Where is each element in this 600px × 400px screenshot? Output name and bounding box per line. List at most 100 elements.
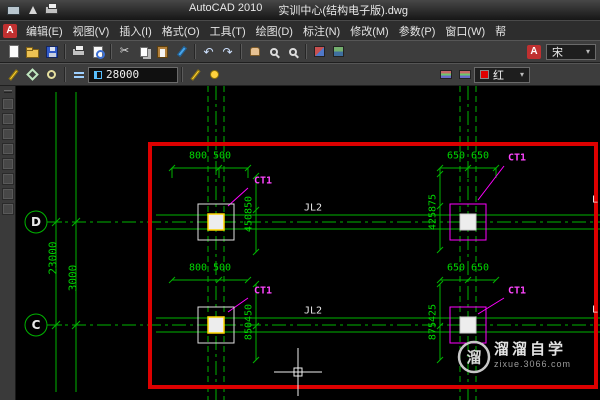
snap-parallel-icon[interactable]: [69, 66, 88, 84]
toolbar-separator: [181, 67, 183, 82]
designcenter-icon[interactable]: [329, 43, 348, 61]
sketch-icon[interactable]: [4, 66, 23, 84]
color-combo[interactable]: 红 ▾: [474, 66, 530, 83]
dimension-text: 875425: [427, 303, 439, 341]
menu-window[interactable]: 窗口(W): [440, 21, 490, 41]
snap-endpoint-shape: [26, 68, 39, 81]
layers-icon[interactable]: [436, 66, 455, 84]
copy-icon[interactable]: [134, 43, 153, 61]
tool-icon[interactable]: [1, 158, 14, 170]
text-style-icon[interactable]: A: [527, 44, 541, 59]
tool-icon[interactable]: [1, 113, 14, 125]
osnap-icon: [94, 70, 102, 79]
plot-preview-icon[interactable]: [88, 43, 107, 61]
toolbar-grip[interactable]: [3, 90, 12, 93]
sketch-shape: [8, 68, 19, 81]
layers-shape: [439, 70, 452, 79]
clipped-label: L: [591, 194, 599, 206]
paste-icon[interactable]: [153, 43, 172, 61]
dimension-text: 425875: [427, 193, 439, 231]
docked-draw-toolbar[interactable]: [0, 86, 16, 400]
screen-icon[interactable]: [4, 1, 23, 19]
pan-icon[interactable]: [245, 43, 264, 61]
menu-bar: A 编辑(E) 视图(V) 插入(I) 格式(O) 工具(T) 绘图(D) 标注…: [0, 20, 600, 40]
menu-format[interactable]: 格式(O): [157, 21, 205, 41]
beam-label: JL2: [303, 305, 323, 317]
plot-shape: [72, 44, 85, 56]
dimension-text: 650 650: [446, 150, 490, 162]
menu-help[interactable]: 帮: [490, 21, 511, 41]
menu-view[interactable]: 视图(V): [68, 21, 115, 41]
toolbar-separator: [64, 44, 66, 59]
color-name: 红: [493, 69, 504, 82]
tool-icon[interactable]: [1, 173, 14, 185]
redo-glyph: ↷: [222, 44, 233, 59]
tool-icon[interactable]: [1, 128, 14, 140]
up-arrow-icon[interactable]: [23, 1, 42, 19]
menu-draw[interactable]: 绘图(D): [251, 21, 298, 41]
watermark-logo: 溜: [466, 349, 482, 367]
match-properties-icon[interactable]: [172, 43, 191, 61]
clipped-label: L: [591, 304, 599, 316]
undo-icon[interactable]: ↶: [199, 43, 218, 61]
dimension-text: 800 500: [188, 262, 232, 274]
tool-icon[interactable]: [1, 203, 14, 215]
autocad-window: AutoCAD 2010 实训中心(结构电子版).dwg A 编辑(E) 视图(…: [0, 0, 600, 400]
match-properties-shape: [176, 45, 187, 58]
properties-shape: [314, 46, 325, 57]
designcenter-shape: [333, 46, 344, 57]
tool-icon[interactable]: [1, 188, 14, 200]
dimension-text: 3000: [66, 264, 80, 292]
dimension-text: 23000: [46, 241, 60, 275]
zoom-window-shape: [288, 47, 297, 56]
snap-endpoint-icon[interactable]: [23, 66, 42, 84]
dimension-text: 800 500: [188, 150, 232, 162]
chevron-down-icon: ▾: [585, 47, 590, 56]
save-icon[interactable]: [42, 43, 61, 61]
menu-parametric[interactable]: 参数(P): [394, 21, 441, 41]
toolbar-separator: [110, 44, 112, 59]
layer-states-icon[interactable]: [455, 66, 474, 84]
toolbar-separator: [194, 44, 196, 59]
menu-tools[interactable]: 工具(T): [205, 21, 251, 41]
menu-insert[interactable]: 插入(I): [114, 21, 156, 41]
zoom-realtime-icon[interactable]: [264, 43, 283, 61]
new-file-icon[interactable]: [4, 43, 23, 61]
drawing-canvas[interactable]: D C 23000 3000 800 500 650 650 800 500 650 6…: [16, 86, 600, 400]
edit-shape: [190, 68, 201, 81]
osnap-toolbar: 28000 红 ▾: [0, 63, 600, 86]
zoom-shape: [269, 47, 278, 56]
cut-icon[interactable]: ✂: [115, 43, 134, 61]
column-label: CT1: [507, 285, 527, 297]
redo-icon[interactable]: ↷: [218, 43, 237, 61]
text-style-combo[interactable]: 宋 ▾: [546, 43, 596, 60]
dimension-text: 650 650: [446, 262, 490, 274]
menu-dimension[interactable]: 标注(N): [298, 21, 345, 41]
menu-edit[interactable]: 编辑(E): [21, 21, 68, 41]
tool-icon[interactable]: [1, 143, 14, 155]
chevron-down-icon: ▾: [519, 70, 524, 79]
zoom-window-icon[interactable]: [283, 43, 302, 61]
color-swatch: [480, 70, 489, 79]
cut-glyph: ✂: [119, 45, 130, 57]
acad-brand-icon[interactable]: A: [3, 23, 17, 38]
open-file-icon[interactable]: [23, 43, 42, 61]
pan-shape: [249, 47, 260, 56]
layer-on-shape: [210, 70, 219, 79]
undo-glyph: ↶: [203, 44, 214, 59]
tracking-value-field[interactable]: 28000: [88, 66, 178, 83]
tool-icon[interactable]: [1, 98, 14, 110]
dimension-text: 850450: [243, 303, 255, 341]
watermark-name: 溜溜自学: [494, 341, 567, 358]
layer-on-icon[interactable]: [205, 66, 224, 84]
properties-icon[interactable]: [310, 43, 329, 61]
column-label: CT1: [253, 285, 273, 297]
printer-icon-shape: [45, 3, 58, 14]
plot-icon[interactable]: [69, 43, 88, 61]
menu-modify[interactable]: 修改(M): [345, 21, 394, 41]
printer-icon[interactable]: [42, 1, 61, 19]
snap-center-icon[interactable]: [42, 66, 61, 84]
document-title: 实训中心(结构电子版).dwg: [278, 5, 408, 17]
toolbar-separator: [64, 67, 66, 82]
edit-icon[interactable]: [186, 66, 205, 84]
